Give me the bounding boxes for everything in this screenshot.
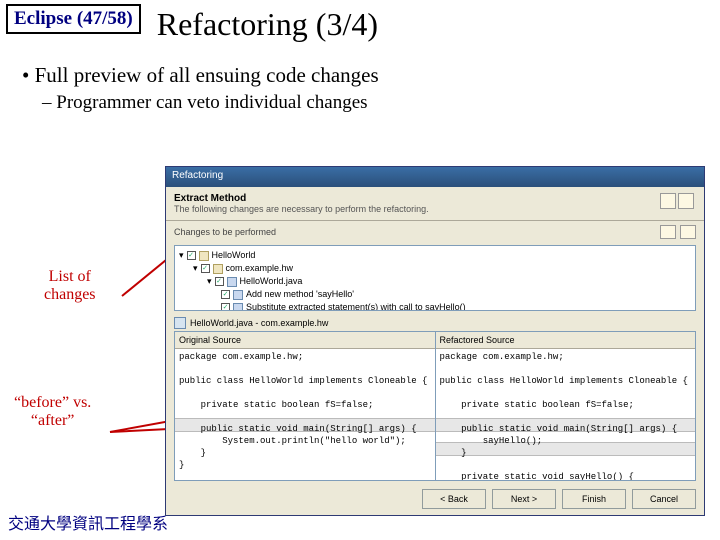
refactored-code: package com.example.hw; public class Hel… <box>436 349 696 480</box>
refactoring-dialog: Refactoring Extract Method The following… <box>165 166 705 516</box>
badge-progress: (47/58) <box>77 8 133 29</box>
compare-viewer: Original Source package com.example.hw; … <box>174 331 696 481</box>
original-header: Original Source <box>175 332 435 349</box>
cancel-button[interactable]: Cancel <box>632 489 696 509</box>
project-icon <box>199 251 209 261</box>
java-file-icon <box>174 317 186 329</box>
callout-compare: “before” vs. “after” <box>14 394 91 430</box>
file-icon <box>227 277 237 287</box>
bullet-main: • Full preview of all ensuing code chang… <box>22 63 720 88</box>
dialog-section-title: Extract Method <box>166 187 704 204</box>
package-icon <box>213 264 223 274</box>
expand-all-icon[interactable] <box>660 225 676 239</box>
next-button[interactable]: Next > <box>492 489 556 509</box>
original-pane[interactable]: Original Source package com.example.hw; … <box>175 332 435 480</box>
copy-icon[interactable] <box>660 193 676 209</box>
bullet-list: • Full preview of all ensuing code chang… <box>22 63 720 114</box>
back-button[interactable]: < Back <box>422 489 486 509</box>
callout-changes: List of changes <box>44 268 96 304</box>
footer-affiliation: 交通大學資訊工程學系 <box>8 510 168 534</box>
finish-button[interactable]: Finish <box>562 489 626 509</box>
change-icon <box>233 303 243 312</box>
original-code: package com.example.hw; public class Hel… <box>175 349 435 473</box>
badge-product: Eclipse <box>14 8 72 29</box>
change-icon <box>233 290 243 300</box>
changes-tree[interactable]: ▾✓HelloWorld ▾✓com.example.hw ▾✓HelloWor… <box>174 245 696 311</box>
dialog-titlebar: Refactoring <box>166 167 704 187</box>
slide-badge: Eclipse (47/58) <box>6 4 141 34</box>
dialog-buttons: < Back Next > Finish Cancel <box>422 489 696 509</box>
copy-icon[interactable] <box>678 193 694 209</box>
slide-title: Refactoring (3/4) <box>157 6 378 43</box>
toolbar-icons <box>660 193 694 209</box>
dialog-section-desc: The following changes are necessary to p… <box>166 204 704 221</box>
collapse-all-icon[interactable] <box>680 225 696 239</box>
changes-label: Changes to be performed <box>174 227 656 237</box>
refactored-header: Refactored Source <box>436 332 696 349</box>
bullet-sub: – Programmer can veto individual changes <box>42 92 720 114</box>
compare-header: HelloWorld.java - com.example.hw <box>174 317 696 329</box>
refactored-pane[interactable]: Refactored Source package com.example.hw… <box>435 332 696 480</box>
